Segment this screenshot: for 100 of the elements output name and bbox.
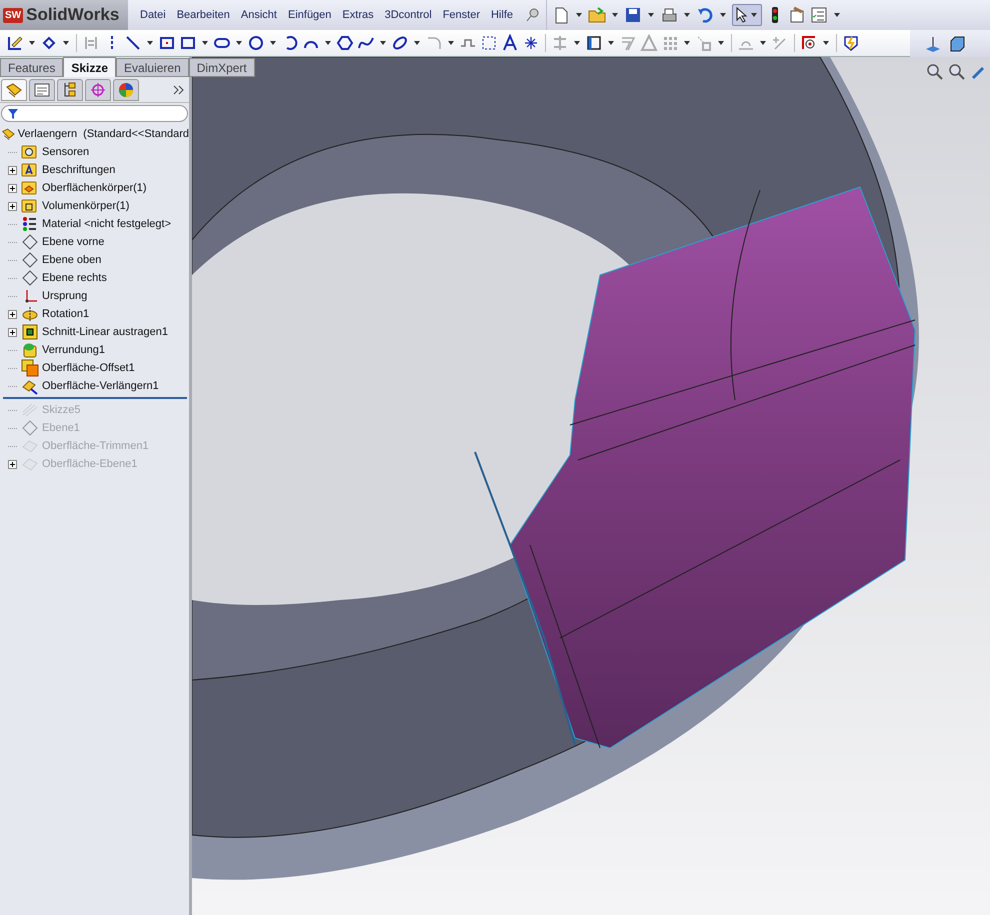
fillet-icon — [21, 341, 39, 359]
menu-item[interactable]: Ansicht — [240, 6, 277, 24]
text-icon[interactable] — [501, 34, 519, 52]
caret-icon[interactable] — [823, 41, 829, 45]
part-icon — [5, 80, 23, 98]
tree-item[interactable]: Beschriftungen — [42, 162, 116, 178]
caret-icon[interactable] — [448, 41, 454, 45]
list-icon[interactable] — [810, 6, 828, 24]
tree-item[interactable]: Material <nicht festgelegt> — [42, 216, 172, 232]
material-icon — [21, 215, 39, 233]
menu-item[interactable]: Bearbeiten — [176, 6, 230, 24]
panel-tab[interactable] — [1, 78, 27, 100]
cut-icon — [21, 323, 39, 341]
expand-icon[interactable] — [8, 166, 16, 174]
menu-item[interactable]: Datei — [140, 6, 166, 24]
construction-icon[interactable] — [480, 34, 498, 52]
rapid-sketch-icon[interactable] — [842, 34, 860, 52]
filter-field[interactable] — [1, 105, 188, 122]
tree-item[interactable]: Rotation1 — [42, 306, 90, 322]
tree-item[interactable]: Volumenkörper(1) — [42, 198, 130, 214]
undo-icon[interactable] — [696, 6, 714, 24]
save-icon[interactable] — [624, 6, 642, 24]
smart-dimension-icon[interactable] — [40, 34, 58, 52]
revolve-icon — [21, 305, 39, 323]
caret-icon[interactable] — [29, 41, 35, 45]
point-icon[interactable] — [522, 34, 540, 52]
panel-tab[interactable] — [57, 78, 83, 100]
expand-icon[interactable] — [8, 328, 16, 336]
circle-icon[interactable] — [247, 34, 265, 52]
expand-icon[interactable] — [8, 310, 16, 318]
caret-icon[interactable] — [648, 13, 654, 17]
tree-item[interactable]: Oberfläche-Verlängern1 — [42, 378, 159, 394]
polygon-icon[interactable] — [336, 34, 354, 52]
menu-item[interactable]: 3Dcontrol — [384, 6, 432, 24]
convert-icon[interactable] — [585, 34, 603, 52]
caret-icon[interactable] — [574, 41, 580, 45]
caret-icon[interactable] — [684, 13, 690, 17]
caret-icon[interactable] — [325, 41, 331, 45]
tree-item[interactable]: Oberflächenkörper(1) — [42, 180, 147, 196]
menu-item[interactable]: Hilfe — [490, 6, 513, 24]
caret-icon[interactable] — [576, 13, 582, 17]
print-icon[interactable] — [660, 6, 678, 24]
tree-item[interactable]: Ursprung — [42, 288, 88, 304]
caret-icon[interactable] — [718, 41, 724, 45]
ellipse-icon[interactable] — [391, 34, 409, 52]
expand-icon[interactable] — [8, 202, 16, 210]
tree-item[interactable]: Ebene oben — [42, 252, 102, 268]
plane-icon — [21, 251, 39, 269]
cube-icon[interactable] — [948, 34, 966, 52]
plane-icon — [21, 233, 39, 251]
tree-item[interactable]: Ebene vorne — [42, 234, 104, 250]
tree-item[interactable]: Schnitt-Linear austragen1 — [42, 324, 168, 340]
surface-folder-icon — [21, 179, 39, 197]
plane-icon — [21, 419, 39, 437]
caret-icon[interactable] — [751, 13, 757, 17]
tree-item[interactable]: Oberfläche-Offset1 — [42, 360, 135, 376]
annotation-folder-icon — [21, 161, 39, 179]
panel-tab[interactable] — [113, 78, 139, 100]
logo-badge: SW — [3, 8, 24, 22]
menu-item[interactable]: Fenster — [442, 6, 480, 24]
expand-icon[interactable] — [8, 184, 16, 192]
caret-icon[interactable] — [684, 41, 690, 45]
zoom-icon[interactable] — [948, 63, 966, 81]
rectangle-icon[interactable] — [158, 34, 176, 52]
rectangle-icon[interactable] — [179, 34, 197, 52]
tree-root[interactable]: Verlaengern (Standard<<Standard — [18, 126, 189, 142]
zoom-icon[interactable] — [926, 63, 944, 81]
caret-icon[interactable] — [760, 41, 766, 45]
caret-icon[interactable] — [608, 41, 614, 45]
caret-icon[interactable] — [147, 41, 153, 45]
command-tab[interactable]: Features — [0, 58, 64, 77]
property-manager-icon — [33, 80, 51, 98]
command-tab[interactable]: DimXpert — [188, 58, 255, 77]
caret-icon[interactable] — [236, 41, 242, 45]
tree-item[interactable]: Ebene rechts — [42, 270, 107, 286]
caret-icon[interactable] — [202, 41, 208, 45]
tree-item[interactable]: Sensoren — [42, 144, 90, 160]
sketch-icon[interactable] — [6, 34, 24, 52]
tree-item[interactable]: Verrundung1 — [42, 342, 105, 358]
caret-icon[interactable] — [270, 41, 276, 45]
caret-icon[interactable] — [63, 41, 69, 45]
folder-icon[interactable] — [588, 6, 606, 24]
chevron-icon[interactable] — [173, 84, 185, 94]
normal-to-icon[interactable] — [924, 34, 942, 52]
menu-item[interactable]: Einfügen — [288, 6, 332, 24]
caret-icon[interactable] — [834, 13, 840, 17]
line-icon[interactable] — [124, 34, 142, 52]
command-tab[interactable]: Evaluieren — [116, 58, 189, 77]
select-button[interactable] — [732, 4, 762, 26]
caret-icon[interactable] — [414, 41, 420, 45]
command-tab[interactable]: Skizze — [63, 57, 116, 77]
solid-folder-icon — [21, 197, 39, 215]
caret-icon[interactable] — [380, 41, 386, 45]
display-icon[interactable] — [800, 34, 818, 52]
caret-icon[interactable] — [720, 13, 726, 17]
sensor-folder-icon — [21, 143, 39, 161]
caret-icon[interactable] — [612, 13, 618, 17]
menu-item[interactable]: Extras — [342, 6, 374, 24]
crosshair-icon — [89, 80, 107, 98]
panel-tab[interactable] — [29, 78, 55, 100]
